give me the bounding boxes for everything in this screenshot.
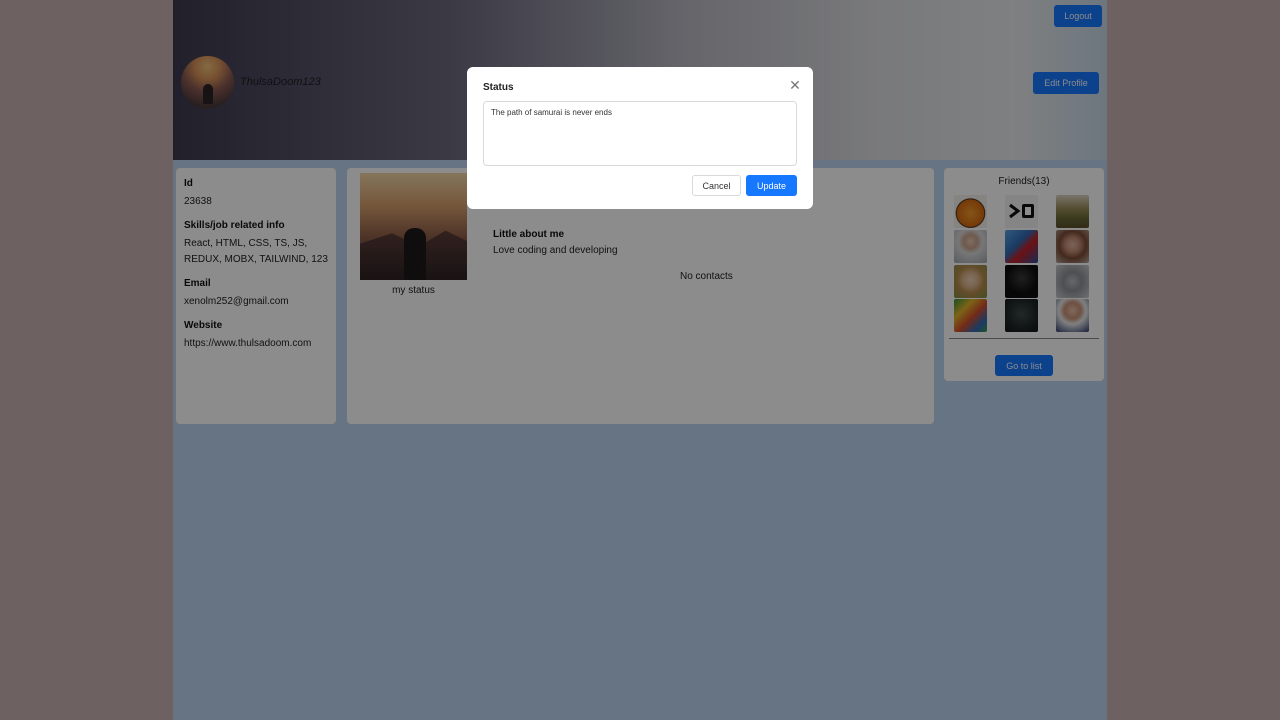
status-textarea[interactable]: The path of samurai is never ends xyxy=(483,101,797,166)
update-button[interactable]: Update xyxy=(746,175,797,196)
close-icon[interactable]: ✕ xyxy=(787,77,803,93)
cancel-button[interactable]: Cancel xyxy=(692,175,741,196)
modal-title: Status xyxy=(483,82,514,93)
status-modal: Status ✕ The path of samurai is never en… xyxy=(467,67,813,209)
